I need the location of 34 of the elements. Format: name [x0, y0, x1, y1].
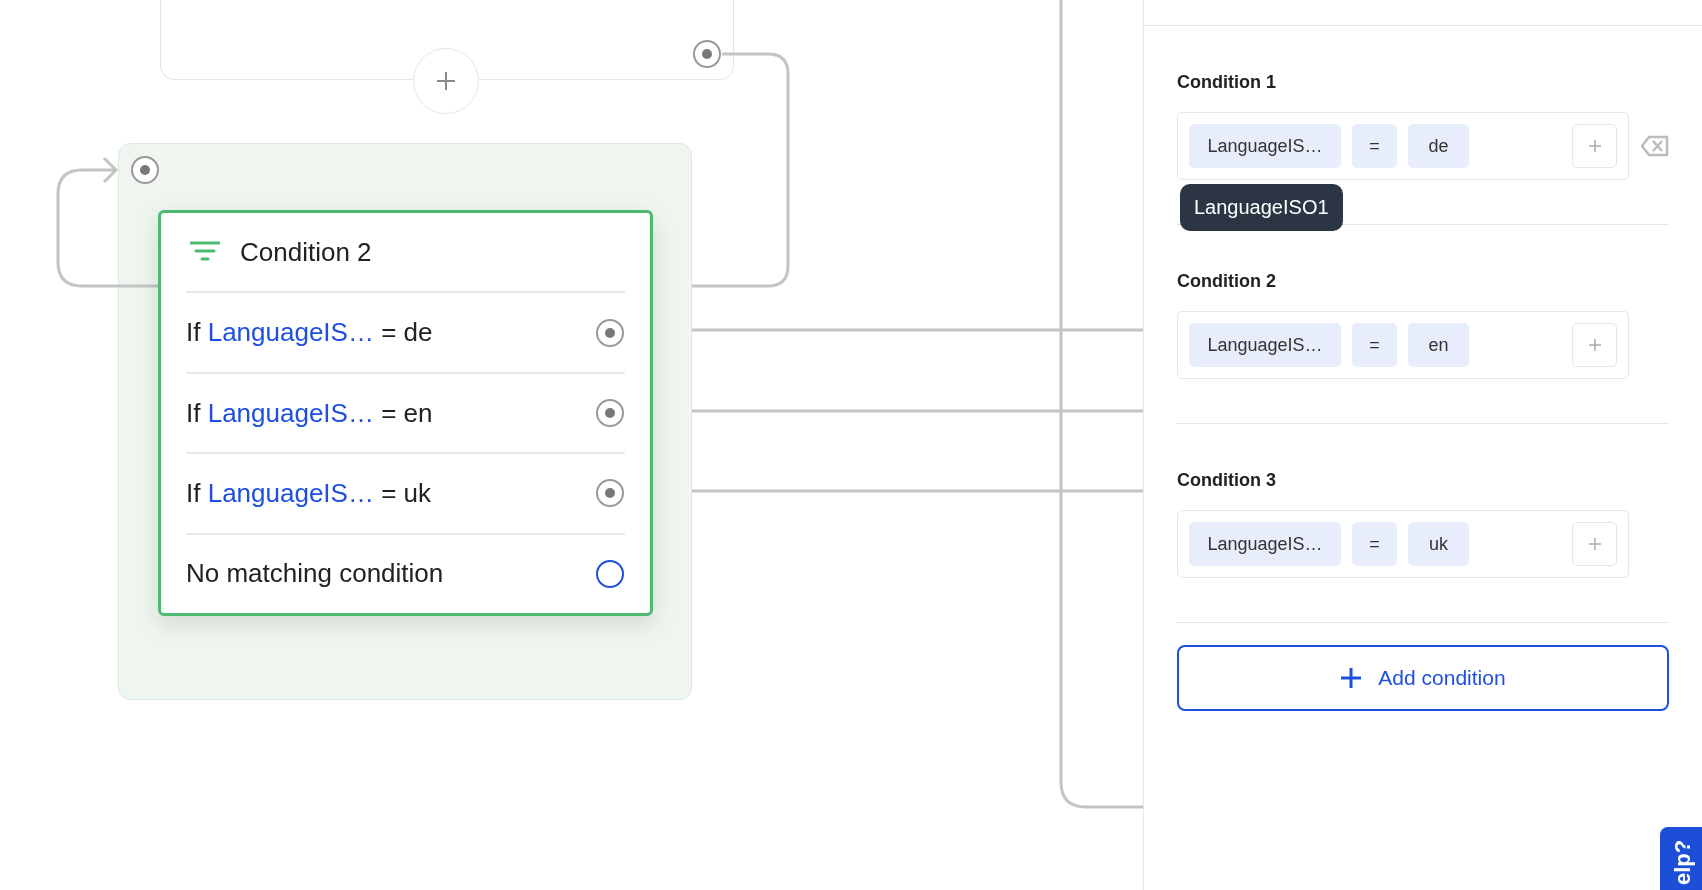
plus-icon	[1588, 339, 1601, 351]
condition-text: If LanguageIS… = uk	[186, 477, 432, 509]
value-chip[interactable]: en	[1408, 323, 1469, 367]
tooltip: LanguageISO1	[1180, 184, 1343, 231]
plus-icon	[1588, 538, 1601, 550]
condition-card[interactable]: Condition 2 If LanguageIS… = de If LanguageIS… = en If LanguageIS… = uk No matching condition	[158, 210, 653, 616]
operator-chip[interactable]: =	[1352, 522, 1397, 566]
operator-chip[interactable]: =	[1352, 323, 1397, 367]
port-icon[interactable]	[595, 478, 625, 509]
field-chip[interactable]: LanguageIS…	[1189, 124, 1341, 168]
condition-field[interactable]: LanguageIS… = en	[1177, 311, 1629, 379]
condition-field[interactable]: LanguageIS… = de	[1177, 112, 1629, 180]
plus-icon	[1340, 667, 1363, 689]
port-icon[interactable]	[595, 558, 625, 589]
condition-title: Condition 2	[1177, 271, 1277, 293]
fallback-text: No matching condition	[186, 558, 444, 590]
port-icon[interactable]	[595, 317, 625, 348]
add-condition-button[interactable]: Add condition	[1177, 645, 1669, 711]
operator-chip[interactable]: =	[1352, 124, 1397, 168]
filter-icon	[190, 241, 220, 264]
condition-title: Condition 3	[1177, 470, 1277, 492]
field-chip[interactable]: LanguageIS…	[1189, 522, 1341, 566]
card-title: Condition 2	[240, 236, 372, 268]
port-icon[interactable]	[595, 398, 625, 428]
value-chip[interactable]: uk	[1408, 522, 1469, 566]
plus-icon	[436, 71, 456, 91]
help-tab[interactable]: elp?	[1660, 827, 1702, 890]
condition-title: Condition 1	[1177, 72, 1277, 94]
condition-text: If LanguageIS… = de	[186, 317, 433, 349]
condition-text: If LanguageIS… = en	[186, 397, 433, 429]
field-chip[interactable]: LanguageIS…	[1189, 323, 1341, 367]
value-chip[interactable]: de	[1408, 124, 1469, 168]
condition-field[interactable]: LanguageIS… = uk	[1177, 510, 1629, 578]
plus-icon	[1588, 140, 1601, 152]
